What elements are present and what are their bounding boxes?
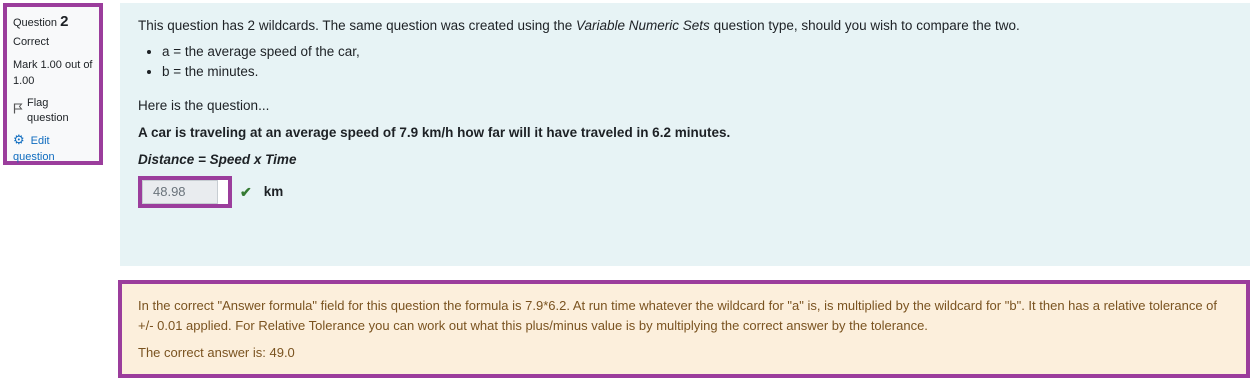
wildcard-item: b = the minutes. [162,62,1232,82]
gear-icon: ⚙ [13,132,25,147]
intro-question-type: Variable Numeric Sets [576,18,710,33]
flag-icon [13,103,23,119]
answer-row: 48.98 ✔ km [138,176,1232,208]
question-formulation: This question has 2 wildcards. The same … [120,3,1250,266]
question-intro: This question has 2 wildcards. The same … [138,16,1232,36]
flag-question-button[interactable]: Flag question [13,96,93,126]
flag-question-label: Flag question [27,97,69,124]
question-grade: Mark 1.00 out of 1.00 [13,59,93,87]
answer-input-highlight: 48.98 [138,176,232,208]
general-feedback: In the correct "Answer formula" field fo… [138,298,1218,333]
question-state: Correct [13,36,50,48]
wildcard-list: a = the average speed of the car, b = th… [138,42,1232,82]
answer-unit: km [263,184,284,199]
question-feedback: In the correct "Answer formula" field fo… [118,280,1250,378]
right-answer: The correct answer is: 49.0 [138,345,295,360]
check-icon: ✔ [240,184,252,200]
wildcard-item: a = the average speed of the car, [162,42,1232,62]
question-number: Question 2 [13,14,93,31]
answer-input[interactable]: 48.98 [142,180,218,204]
question-label: Question [13,17,58,29]
question-number-value: 2 [60,13,69,30]
here-is-question: Here is the question... [138,98,270,113]
formula-text: Distance = Speed x Time [138,152,297,167]
question-text: A car is traveling at an average speed o… [138,125,731,140]
edit-question-link[interactable]: ⚙ Edit question [13,132,93,165]
question-info-panel: Question 2 Correct Mark 1.00 out of 1.00… [3,3,103,165]
intro-text-end: question type, should you wish to compar… [709,18,1020,33]
intro-text-start: This question has 2 wildcards. The same … [138,18,576,33]
